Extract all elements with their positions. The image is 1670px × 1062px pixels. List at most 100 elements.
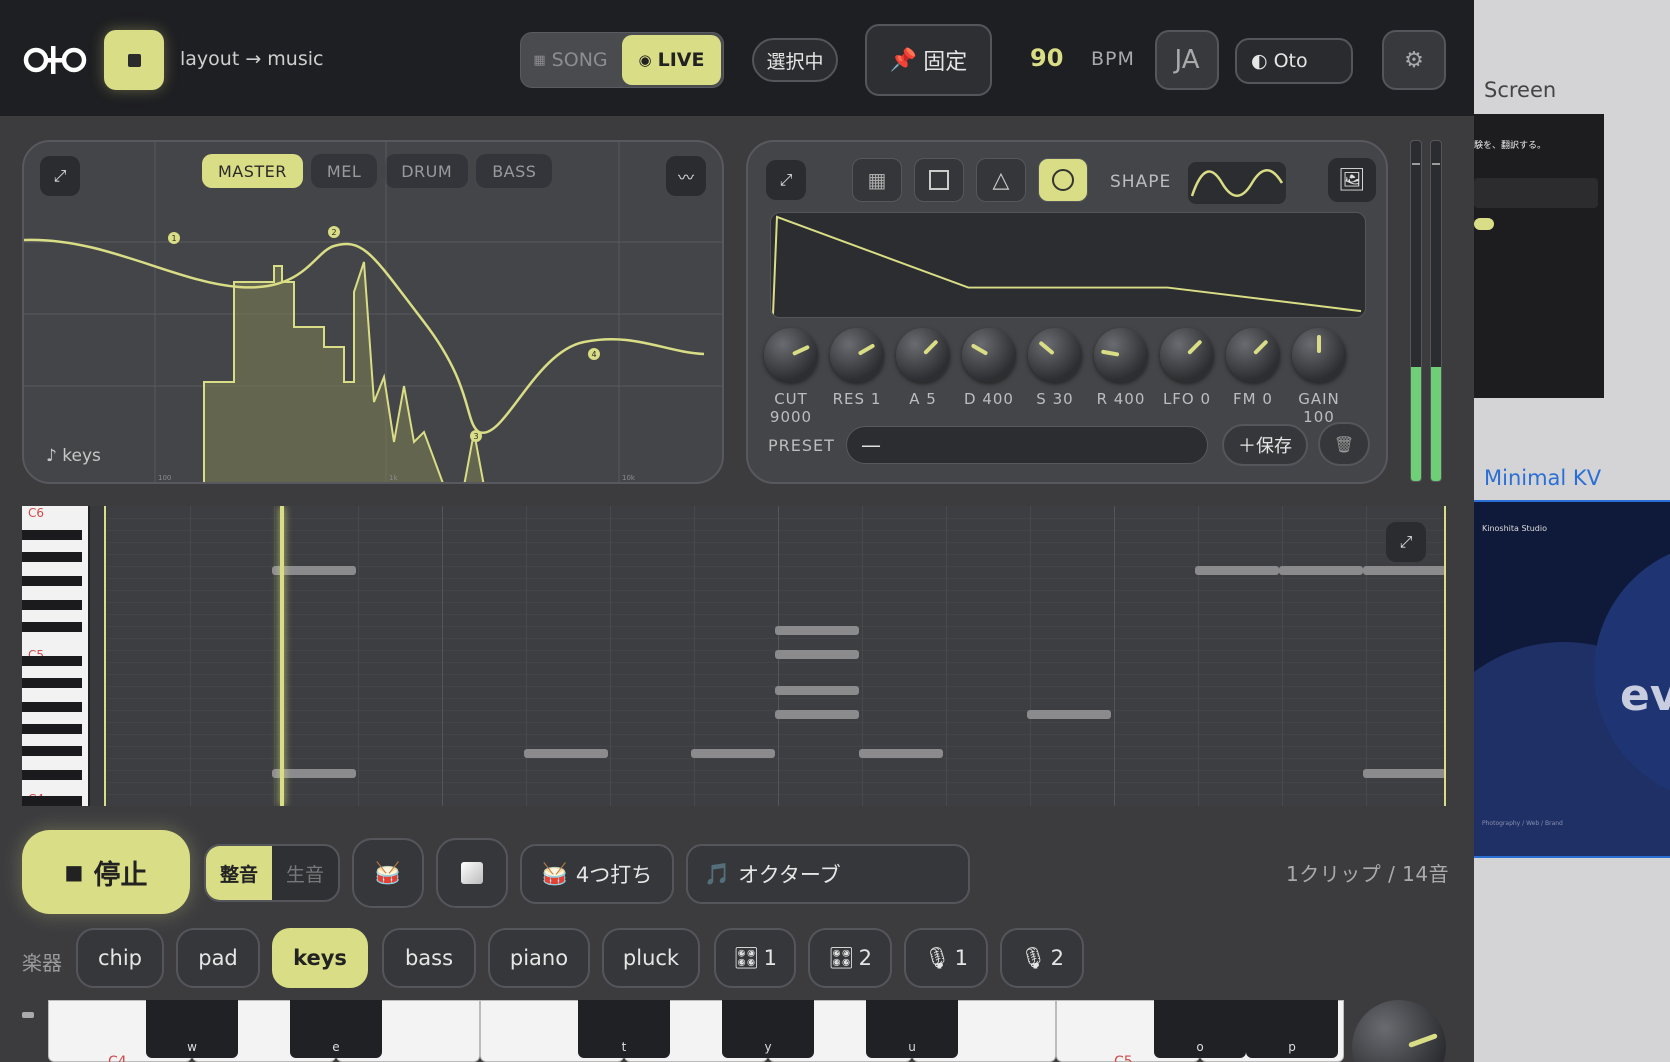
knob-control[interactable]: S 30 [1022, 328, 1088, 408]
eq-curve[interactable]: 1 2 3 4 100 1k 10k [24, 142, 724, 484]
kv-thumbnail[interactable]: Kinoshita Studio ev Photography / Web / … [1474, 500, 1670, 858]
roll-black-key[interactable] [22, 530, 82, 540]
delete-preset-button[interactable]: 🗑 [1318, 422, 1370, 466]
settings-button[interactable]: ⚙ [1382, 30, 1446, 90]
image-button[interactable]: 🖼 [1328, 158, 1376, 202]
roll-black-key[interactable] [22, 576, 82, 586]
knob[interactable] [1028, 328, 1082, 382]
drum-button[interactable]: 🥁 [352, 838, 424, 908]
knob-control[interactable]: LFO 0 [1154, 328, 1220, 408]
note[interactable] [775, 686, 859, 695]
loop-end-marker[interactable] [1444, 506, 1446, 806]
grid-pitch-line [106, 614, 1446, 615]
knob-control[interactable]: GAIN 100 [1286, 328, 1352, 426]
pattern-button[interactable]: 🥁 4つ打ち [520, 844, 674, 904]
black-key[interactable]: y [722, 1000, 814, 1058]
inst-sampler-2[interactable]: 🎛 2 [808, 928, 892, 988]
keyboard-collapse-icon[interactable] [22, 1012, 34, 1018]
black-key[interactable]: u [866, 1000, 958, 1058]
frame-button[interactable] [436, 838, 508, 908]
knob-control[interactable]: RES 1 [824, 328, 890, 408]
inst-mic-1[interactable]: 🎙 1 [904, 928, 988, 988]
inst-pluck[interactable]: pluck [602, 928, 700, 988]
expand-synth-button[interactable]: ⤢ [766, 160, 806, 200]
theme-selector[interactable]: ◐ Oto [1235, 38, 1353, 84]
roll-black-key[interactable] [22, 702, 82, 712]
playhead[interactable] [280, 506, 284, 806]
inst-pad[interactable]: pad [176, 928, 260, 988]
triangle-shape-button[interactable]: △ [976, 158, 1026, 202]
roll-grid[interactable]: ⤢ [104, 506, 1446, 806]
note[interactable] [272, 566, 356, 575]
tone-clean-button[interactable]: 整音 [206, 846, 272, 900]
stop-square-button[interactable] [104, 30, 164, 90]
roll-black-key[interactable] [22, 796, 82, 806]
inst-mic-2[interactable]: 🎙 2 [1000, 928, 1084, 988]
inst-sampler-1[interactable]: 🎛 1 [714, 928, 796, 988]
knob-control[interactable]: A 5 [890, 328, 956, 408]
note[interactable] [1363, 769, 1446, 778]
roll-black-key[interactable] [22, 770, 82, 780]
knob[interactable] [1160, 328, 1214, 382]
roll-black-key[interactable] [22, 724, 82, 734]
expand-roll-button[interactable]: ⤢ [1386, 522, 1426, 562]
language-button[interactable]: JA [1155, 30, 1219, 90]
minimal-kv-link[interactable]: Minimal KV [1484, 466, 1601, 490]
black-key[interactable]: w [146, 1000, 238, 1058]
black-key[interactable]: e [290, 1000, 382, 1058]
scale-select[interactable]: 🎵 オクターブ [686, 844, 970, 904]
knob[interactable] [764, 328, 818, 382]
roll-black-key[interactable] [22, 656, 82, 666]
black-key[interactable]: o [1154, 1000, 1246, 1058]
note[interactable] [859, 749, 943, 758]
inst-bass[interactable]: bass [382, 928, 476, 988]
square-shape-button[interactable] [914, 158, 964, 202]
band-number: 4 [591, 350, 596, 359]
note[interactable] [775, 650, 859, 659]
volume-knob[interactable] [1352, 1000, 1446, 1062]
save-preset-button[interactable]: ＋保存 [1222, 424, 1308, 466]
knob[interactable] [1292, 328, 1346, 382]
preset-select[interactable]: — [846, 426, 1208, 464]
tone-raw-button[interactable]: 生音 [272, 846, 338, 900]
knob[interactable] [830, 328, 884, 382]
pin-button[interactable]: 📌 固定 [865, 24, 992, 96]
roll-black-key[interactable] [22, 600, 82, 610]
black-key[interactable]: t [578, 1000, 670, 1058]
noise-shape-button[interactable]: ▦ [852, 158, 902, 202]
note[interactable] [1195, 566, 1279, 575]
selected-button[interactable]: 選択中 [752, 38, 838, 82]
bpm-value[interactable]: 90 [1030, 44, 1063, 72]
knob-control[interactable]: CUT 9000 [758, 328, 824, 426]
note[interactable] [524, 749, 608, 758]
note[interactable] [1363, 566, 1446, 575]
roll-black-key[interactable] [22, 678, 82, 688]
note[interactable] [775, 710, 859, 719]
knob[interactable] [896, 328, 950, 382]
knob-control[interactable]: R 400 [1088, 328, 1154, 408]
knob[interactable] [1094, 328, 1148, 382]
roll-black-key[interactable] [22, 622, 82, 632]
sine-shape-button[interactable] [1038, 158, 1088, 202]
mode-live-button[interactable]: ◉ LIVE [622, 35, 721, 85]
roll-black-key[interactable] [22, 746, 82, 756]
stop-button[interactable]: ■ 停止 [22, 830, 190, 914]
knob-control[interactable]: D 400 [956, 328, 1022, 408]
inst-chip[interactable]: chip [76, 928, 164, 988]
screen-thumbnail[interactable]: 験を、翻訳する。 [1474, 114, 1604, 398]
inst-keys[interactable]: keys [272, 928, 368, 988]
envelope-display[interactable] [770, 212, 1366, 318]
black-key[interactable]: p [1246, 1000, 1338, 1058]
note[interactable] [691, 749, 775, 758]
grid-pitch-line [106, 554, 1446, 555]
note[interactable] [1027, 710, 1111, 719]
note[interactable] [775, 626, 859, 635]
roll-black-key[interactable] [22, 552, 82, 562]
knob-control[interactable]: FM 0 [1220, 328, 1286, 408]
note[interactable] [272, 769, 356, 778]
mode-song-button[interactable]: ▦ SONG [521, 33, 620, 87]
inst-piano[interactable]: piano [488, 928, 590, 988]
knob[interactable] [1226, 328, 1280, 382]
note[interactable] [1279, 566, 1363, 575]
knob[interactable] [962, 328, 1016, 382]
